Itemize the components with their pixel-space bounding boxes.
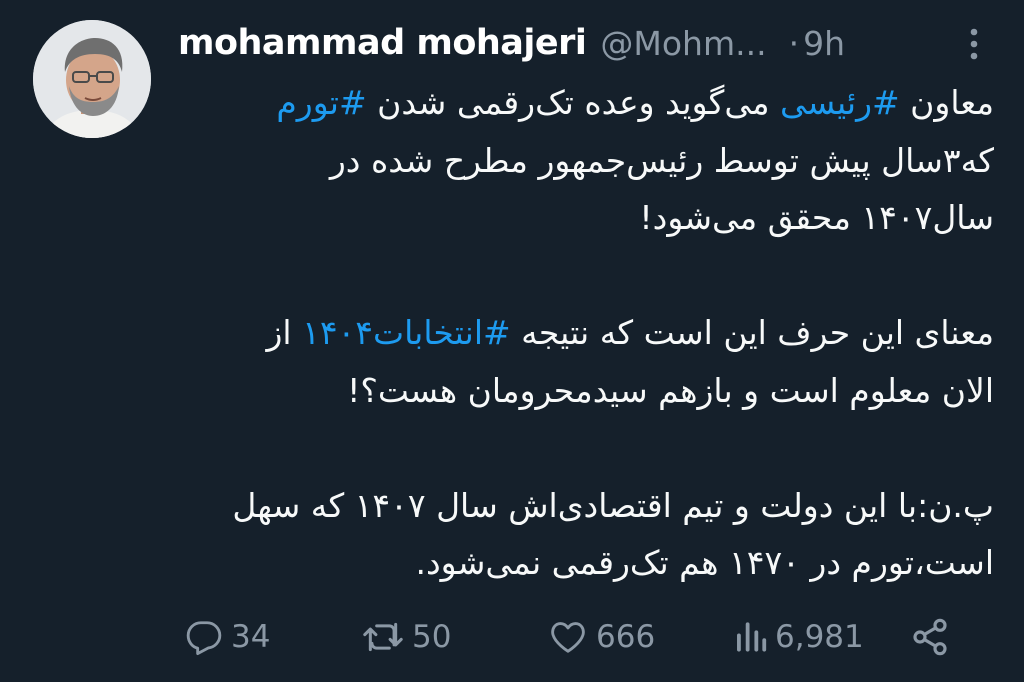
reply-button[interactable]: 34 <box>185 612 270 662</box>
paragraph-break <box>180 419 994 477</box>
views-icon <box>737 622 767 652</box>
tweet-line: که۳سال پیش توسط رئیس‌جمهور مطرح شده در <box>329 140 994 180</box>
hashtag-link[interactable]: #رئیسی <box>780 83 900 122</box>
views-button[interactable]: 6,981 <box>733 612 864 662</box>
heart-icon <box>551 622 585 653</box>
more-button[interactable] <box>966 24 982 64</box>
retweet-count: 50 <box>412 619 452 655</box>
text-segment: معاون <box>899 83 994 122</box>
tweet-text: معاون #رئیسی می‌گوید وعده تک‌رقمی شدن #ت… <box>180 74 994 592</box>
avatar[interactable] <box>33 20 151 138</box>
tweet-line: الان معلوم است و بازهم سیدمحرومان هست؟! <box>347 370 994 410</box>
tweet-header: mohammad mohajeri @Mohm... · 9h <box>178 16 994 70</box>
text-segment: از <box>266 313 303 352</box>
hashtag-link[interactable]: #تورم <box>276 83 366 122</box>
tweet-actions: 34 50 666 6,981 <box>180 612 970 662</box>
like-button[interactable]: 666 <box>548 612 655 662</box>
reply-count: 34 <box>231 619 271 655</box>
tweet-line: پ.ن:با این دولت و تیم اقتصادی‌اش سال ۱۴۰… <box>232 485 994 525</box>
tweet-line: است،تورم در ۱۴۷۰ هم تک‌رقمی نمی‌شود. <box>415 543 995 582</box>
tweet-line: معنای این حرف این است که نتیجه #انتخابات… <box>180 304 995 362</box>
share-icon <box>913 618 947 656</box>
text-segment: می‌گوید وعده تک‌رقمی شدن <box>366 83 780 122</box>
text-segment: معنای این حرف این است که نتیجه <box>510 313 994 352</box>
retweet-icon <box>363 622 403 652</box>
views-count: 6,981 <box>775 619 864 655</box>
author-name[interactable]: mohammad mohajeri <box>178 23 587 63</box>
tweet-line: سال۱۴۰۷ محقق می‌شود! <box>639 198 994 237</box>
share-button[interactable] <box>910 612 950 662</box>
like-count: 666 <box>596 619 656 655</box>
tweet-line: معاون #رئیسی می‌گوید وعده تک‌رقمی شدن #ت… <box>180 74 994 132</box>
hashtag-link[interactable]: #انتخابات۱۴۰۴ <box>302 313 511 352</box>
more-vertical-icon <box>970 28 978 60</box>
retweet-button[interactable]: 50 <box>362 612 451 662</box>
timestamp[interactable]: 9h <box>803 24 845 63</box>
author-handle[interactable]: @Mohm... <box>600 24 766 63</box>
paragraph-break <box>180 247 994 305</box>
reply-icon <box>186 621 222 656</box>
avatar-image <box>33 20 151 138</box>
separator-dot: · <box>788 23 800 63</box>
tweet[interactable]: mohammad mohajeri @Mohm... · 9h معاون #ر… <box>0 0 1024 682</box>
